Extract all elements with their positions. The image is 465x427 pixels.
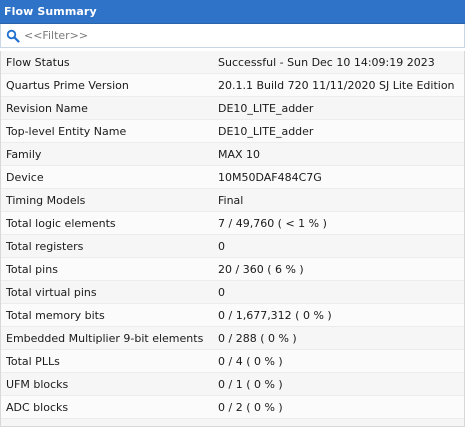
row-value-cell: 0 xyxy=(218,285,225,299)
row-name-cell: Top-level Entity Name xyxy=(6,124,127,138)
row-name-cell: Total registers xyxy=(6,239,84,253)
row-name-cell: Total logic elements xyxy=(6,216,116,230)
row-value-cell: Successful - Sun Dec 10 14:09:19 2023 xyxy=(218,55,435,69)
row-name-cell: Flow Status xyxy=(6,55,70,69)
table-row[interactable]: Embedded Multiplier 9-bit elements 0 / 28… xyxy=(1,327,464,350)
row-name-cell: Device xyxy=(6,170,44,184)
row-name-cell: Quartus Prime Version xyxy=(6,78,129,92)
row-name-cell: Timing Models xyxy=(6,193,86,207)
row-value-cell: 10M50DAF484C7G xyxy=(218,170,322,184)
table-row[interactable]: Total virtual pins 0 xyxy=(1,281,464,304)
row-name-cell: Revision Name xyxy=(6,101,88,115)
search-icon[interactable] xyxy=(6,29,20,43)
table-row[interactable]: Total registers 0 xyxy=(1,235,464,258)
row-name-cell: Total memory bits xyxy=(6,308,105,322)
row-name-cell: Total pins xyxy=(6,262,58,276)
table-row[interactable]: Revision Name DE10_LITE_adder xyxy=(1,97,464,120)
row-value-cell: DE10_LITE_adder xyxy=(218,101,314,115)
row-value-cell: 0 / 1 ( 0 % ) xyxy=(218,377,283,391)
row-value-cell: 7 / 49,760 ( < 1 % ) xyxy=(218,216,327,230)
table-row[interactable]: Flow Status Successful - Sun Dec 10 14:09… xyxy=(1,51,464,74)
table-row[interactable]: Total pins 20 / 360 ( 6 % ) xyxy=(1,258,464,281)
table-row[interactable]: Quartus Prime Version 20.1.1 Build 720 11… xyxy=(1,74,464,97)
filter-bar xyxy=(0,24,465,48)
panel-title: Flow Summary xyxy=(4,5,97,18)
row-value-cell: 0 / 4 ( 0 % ) xyxy=(218,354,283,368)
row-name-cell: Embedded Multiplier 9-bit elements xyxy=(6,331,204,345)
row-name-cell: UFM blocks xyxy=(6,377,69,391)
row-name-cell: Total PLLs xyxy=(6,354,60,368)
row-value-cell: 0 xyxy=(218,239,225,253)
table-row[interactable]: UFM blocks 0 / 1 ( 0 % ) xyxy=(1,373,464,396)
panel-title-bar: Flow Summary xyxy=(0,0,465,24)
row-name-cell: Total virtual pins xyxy=(6,285,97,299)
row-value-cell: DE10_LITE_adder xyxy=(218,124,314,138)
table-row[interactable]: Total PLLs 0 / 4 ( 0 % ) xyxy=(1,350,464,373)
row-name-cell: ADC blocks xyxy=(6,400,69,414)
row-value-cell: 20.1.1 Build 720 11/11/2020 SJ Lite Edit… xyxy=(218,78,455,92)
row-value-cell: MAX 10 xyxy=(218,147,261,161)
table-row[interactable]: Total logic elements 7 / 49,760 ( < 1 % ) xyxy=(1,212,464,235)
summary-table: Flow Status Successful - Sun Dec 10 14:09… xyxy=(0,51,465,427)
row-value-cell: Final xyxy=(218,193,244,207)
table-row[interactable]: Top-level Entity Name DE10_LITE_adder xyxy=(1,120,464,143)
row-value-cell: 0 / 1,677,312 ( 0 % ) xyxy=(218,308,332,322)
table-row[interactable]: Timing Models Final xyxy=(1,189,464,212)
table-row[interactable]: Total memory bits 0 / 1,677,312 ( 0 % ) xyxy=(1,304,464,327)
row-value-cell: 0 / 2 ( 0 % ) xyxy=(218,400,283,414)
table-row[interactable]: Family MAX 10 xyxy=(1,143,464,166)
row-value-cell: 0 / 288 ( 0 % ) xyxy=(218,331,297,345)
row-name-cell: Family xyxy=(6,147,42,161)
table-row[interactable]: Device 10M50DAF484C7G xyxy=(1,166,464,189)
row-value-cell: 20 / 360 ( 6 % ) xyxy=(218,262,304,276)
table-row[interactable]: ADC blocks 0 / 2 ( 0 % ) xyxy=(1,396,464,419)
filter-input[interactable] xyxy=(24,26,424,45)
flow-summary-panel: Flow Summary Flow Status Successful - Sun… xyxy=(0,0,465,427)
